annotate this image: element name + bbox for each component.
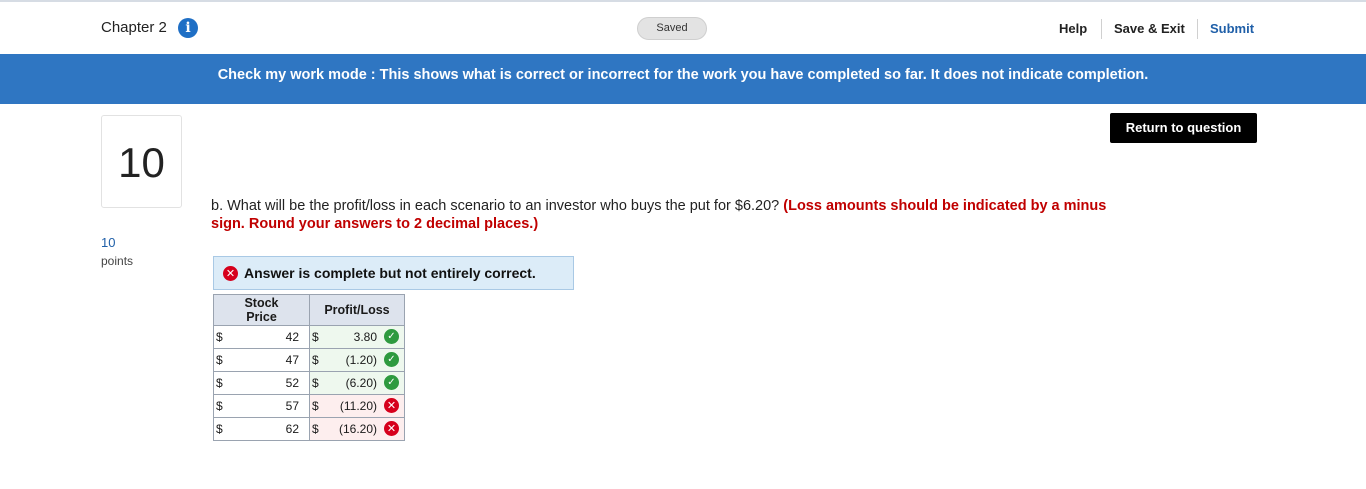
column-header-profit-loss: Profit/Loss: [309, 294, 405, 326]
points-value: 10: [101, 235, 116, 250]
incorrect-x-icon: ✕: [384, 421, 399, 436]
table-row: $52 $ (6.20) ✓: [213, 371, 405, 395]
profit-loss-input[interactable]: $ (1.20) ✓: [309, 348, 405, 372]
stock-price-value: 57: [285, 399, 299, 413]
column-header-stock-price: Stock Price: [213, 294, 310, 326]
banner-text: Check my work mode : This shows what is …: [217, 67, 1149, 83]
profit-loss-input[interactable]: $ (16.20) ✕: [309, 417, 405, 441]
currency-symbol: $: [312, 353, 319, 367]
profit-loss-input[interactable]: $ (6.20) ✓: [309, 371, 405, 395]
stock-price-value: 62: [285, 422, 299, 436]
currency-symbol: $: [312, 399, 319, 413]
stock-price-cell: $47: [213, 348, 310, 372]
profit-loss-value: (11.20): [339, 399, 377, 413]
error-icon: ✕: [223, 266, 238, 281]
chapter-title: Chapter 2: [101, 19, 167, 36]
question-number: 10: [101, 115, 182, 208]
saved-status-badge: Saved: [637, 17, 707, 40]
currency-symbol: $: [312, 330, 319, 344]
submit-link[interactable]: Submit: [1210, 21, 1254, 36]
profit-loss-value: (6.20): [345, 376, 377, 390]
correct-check-icon: ✓: [384, 329, 399, 344]
table-row: $57 $ (11.20) ✕: [213, 394, 405, 418]
profit-loss-value: (16.20): [338, 422, 377, 436]
currency-symbol: $: [216, 399, 223, 413]
currency-symbol: $: [312, 376, 319, 390]
stock-price-cell: $52: [213, 371, 310, 395]
divider: [1101, 19, 1102, 39]
profit-loss-input[interactable]: $3.80 ✓: [309, 325, 405, 349]
stock-price-cell: $62: [213, 417, 310, 441]
help-link[interactable]: Help: [1059, 21, 1087, 36]
table-row: $42 $3.80 ✓: [213, 325, 405, 349]
table-row: $62 $ (16.20) ✕: [213, 417, 405, 441]
info-icon[interactable]: i: [178, 18, 198, 38]
check-work-banner: Check my work mode : This shows what is …: [0, 54, 1366, 104]
question-text: b. What will be the profit/loss in each …: [211, 198, 780, 214]
divider: [1197, 19, 1198, 39]
incorrect-x-icon: ✕: [384, 398, 399, 413]
points-label: points: [101, 254, 134, 268]
top-bar: Chapter 2 i Saved Help Save & Exit Submi…: [0, 0, 1366, 54]
currency-symbol: $: [216, 330, 223, 344]
column-header-label: Stock Price: [244, 296, 279, 324]
table-row: $47 $ (1.20) ✓: [213, 348, 405, 372]
currency-symbol: $: [216, 422, 223, 436]
stock-price-cell: $57: [213, 394, 310, 418]
save-exit-link[interactable]: Save & Exit: [1114, 21, 1185, 36]
stock-price-cell: $42: [213, 325, 310, 349]
profit-loss-input[interactable]: $ (11.20) ✕: [309, 394, 405, 418]
stock-price-value: 52: [285, 376, 299, 390]
profit-loss-value: 3.80: [353, 330, 377, 344]
currency-symbol: $: [216, 376, 223, 390]
answer-status-banner: ✕ Answer is complete but not entirely co…: [213, 256, 574, 290]
correct-check-icon: ✓: [384, 352, 399, 367]
answer-status-text: Answer is complete but not entirely corr…: [244, 265, 536, 281]
profit-loss-value: (1.20): [345, 353, 377, 367]
currency-symbol: $: [216, 353, 223, 367]
correct-check-icon: ✓: [384, 375, 399, 390]
return-to-question-button[interactable]: Return to question: [1110, 113, 1257, 143]
question-prompt: b. What will be the profit/loss in each …: [211, 197, 1141, 233]
stock-price-value: 42: [285, 330, 299, 344]
answer-table: Stock Price Profit/Loss $42 $3.80 ✓ $47 $ (1.…: [213, 294, 405, 441]
stock-price-value: 47: [285, 353, 299, 367]
currency-symbol: $: [312, 422, 319, 436]
